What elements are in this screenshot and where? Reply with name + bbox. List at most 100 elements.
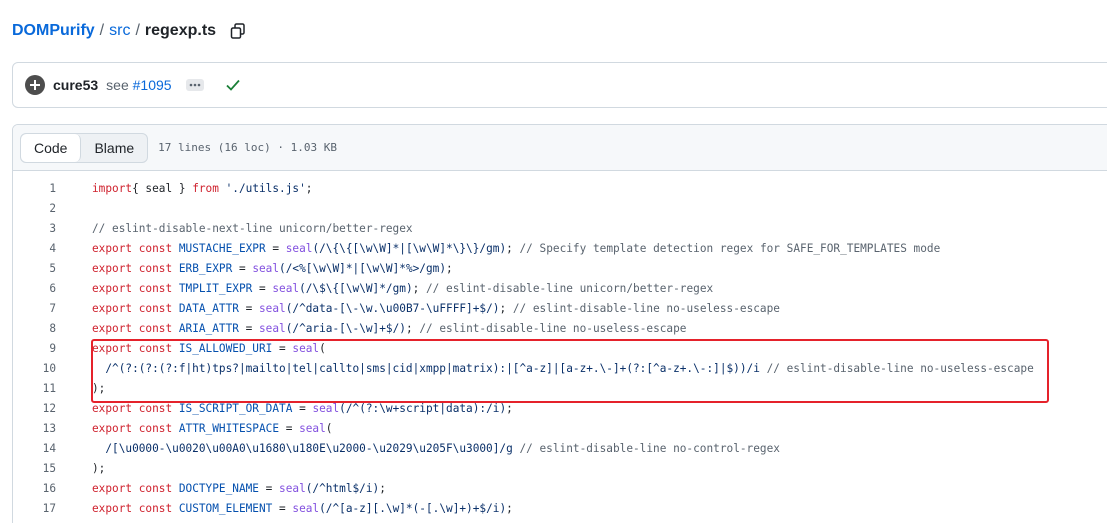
code-token: ); — [92, 461, 106, 475]
tab-blame[interactable]: Blame — [81, 134, 147, 162]
line-number[interactable]: 9 — [0, 342, 56, 355]
line-number[interactable]: 4 — [0, 242, 56, 255]
code-line: 1 import{ seal } from './utils.js'; — [0, 178, 1107, 198]
code-token: (/\{\{[\w\W]*|[\w\W]*\}\}/gm) — [312, 241, 507, 255]
code-line: 3 // eslint-disable-next-line unicorn/bet… — [0, 218, 1107, 238]
code-token: ; — [446, 261, 453, 275]
code-token: ( — [319, 341, 326, 355]
code-token: IS_ALLOWED_URI — [172, 341, 273, 355]
code-token: export const — [92, 421, 173, 435]
code-token: export const — [92, 261, 173, 275]
line-number[interactable]: 7 — [0, 302, 56, 315]
code-token: ; — [379, 481, 386, 495]
line-content: export const ATTR_WHITESPACE = seal( — [92, 422, 332, 435]
code-line: 16 export const DOCTYPE_NAME = seal(/^htm… — [0, 478, 1107, 498]
line-number[interactable]: 14 — [0, 442, 56, 455]
code-line: 10 /^(?:(?:(?:f|ht)tps?|mailto|tel|callt… — [0, 358, 1107, 378]
code-token: = — [232, 261, 253, 275]
line-number[interactable]: 3 — [0, 222, 56, 235]
breadcrumb-file: regexp.ts — [144, 22, 217, 39]
code-token: // eslint-disable-line no-useless-escape — [759, 361, 1034, 375]
code-token: seal — [259, 321, 286, 335]
breadcrumb-repo-link[interactable]: DOMPurify — [12, 22, 95, 40]
latest-commit-bar: cure53 see #1095 — [12, 62, 1107, 108]
code-line: 9 export const IS_ALLOWED_URI = seal( — [0, 338, 1107, 358]
line-number[interactable]: 11 — [0, 382, 56, 395]
line-number[interactable]: 15 — [0, 462, 56, 475]
code-token: export const — [92, 501, 173, 515]
line-number[interactable]: 2 — [0, 202, 56, 215]
line-number[interactable]: 6 — [0, 282, 56, 295]
code-token: /^(?:(?:(?:f|ht)tps?|mailto|tel|callto|s… — [92, 361, 760, 375]
line-content: export const ERB_EXPR = seal(/<%[\w\W]*|… — [92, 262, 453, 275]
code-token: IS_SCRIPT_OR_DATA — [172, 401, 293, 415]
code-token: = — [265, 241, 286, 255]
ellipsis-icon — [189, 83, 200, 87]
code-token: ); — [92, 381, 106, 395]
code-token: seal — [299, 421, 326, 435]
line-number[interactable]: 8 — [0, 322, 56, 335]
line-number[interactable]: 13 — [0, 422, 56, 435]
line-content: ); — [92, 462, 105, 475]
code-token: = — [258, 481, 280, 495]
line-content: export const ARIA_ATTR = seal(/^aria-[\-… — [92, 322, 686, 335]
code-token: seal — [279, 481, 306, 495]
commit-issue-link[interactable]: #1095 — [133, 77, 172, 93]
code-line: 17 export const CUSTOM_ELEMENT = seal(/^[… — [0, 498, 1107, 518]
code-token: = — [272, 341, 293, 355]
copy-path-button[interactable] — [228, 21, 248, 41]
copy-icon — [230, 23, 245, 39]
code-line: 4 export const MUSTACHE_EXPR = seal(/\{\{… — [0, 238, 1107, 258]
code-line: 13 export const ATTR_WHITESPACE = seal( — [0, 418, 1107, 438]
code-token: (/^html$/i) — [305, 481, 380, 495]
code-line: 12 export const IS_SCRIPT_OR_DATA = seal(… — [0, 398, 1107, 418]
line-content: export const DOCTYPE_NAME = seal(/^html$… — [92, 482, 386, 495]
line-number[interactable]: 1 — [0, 182, 56, 195]
code-token: // eslint-disable-line no-useless-escape — [512, 301, 780, 315]
code-token: (/^aria-[\-\w]+$/) — [285, 321, 406, 335]
code-token: export const — [92, 401, 173, 415]
code-token: export const — [92, 341, 173, 355]
commit-author[interactable]: cure53 — [53, 77, 98, 93]
code-token: seal — [252, 261, 280, 275]
check-icon — [225, 79, 240, 91]
code-line: 7 export const DATA_ATTR = seal(/^data-[\… — [0, 298, 1107, 318]
code-token: // eslint-disable-line no-useless-escape — [419, 321, 687, 335]
code-token: (/^data-[\-\w.\u00B7-\uFFFF]+$/) — [285, 301, 500, 315]
code-token: DATA_ATTR — [172, 301, 239, 315]
tab-code[interactable]: Code — [21, 133, 82, 162]
code-token: MUSTACHE_EXPR — [172, 241, 266, 255]
code-token: ; — [499, 301, 513, 315]
line-content: /[\u0000-\u0020\u00A0\u1680\u180E\u2000-… — [92, 442, 780, 455]
code-token: import — [92, 181, 133, 195]
code-line: 5 export const ERB_EXPR = seal(/<%[\w\W]*… — [0, 258, 1107, 278]
line-content: ); — [92, 382, 105, 395]
view-toggle: Code Blame — [20, 132, 149, 163]
code-token: { seal } — [132, 181, 193, 195]
code-token: ; — [506, 241, 520, 255]
code-token: ; — [405, 321, 420, 335]
code-view: 1 import{ seal } from './utils.js'; 2 3 // e… — [0, 178, 1107, 518]
code-token: ; — [506, 401, 513, 415]
line-content: export const IS_SCRIPT_OR_DATA = seal(/^… — [92, 402, 513, 415]
code-token: ; — [305, 181, 313, 195]
code-token: DOCTYPE_NAME — [172, 481, 259, 495]
line-number[interactable]: 10 — [0, 362, 56, 375]
line-number[interactable]: 5 — [0, 262, 56, 275]
code-line: 6 export const TMPLIT_EXPR = seal(/\$\{[\… — [0, 278, 1107, 298]
avatar[interactable] — [25, 75, 45, 95]
breadcrumb-dir-link[interactable]: src — [109, 22, 130, 40]
check-status-icon[interactable] — [225, 79, 240, 91]
breadcrumb: DOMPurify / src / regexp.ts — [12, 20, 248, 42]
expand-commit-button[interactable] — [185, 79, 204, 91]
code-token: './utils.js' — [218, 181, 306, 195]
line-number[interactable]: 17 — [0, 502, 56, 515]
line-number[interactable]: 12 — [0, 402, 56, 415]
line-number[interactable]: 16 — [0, 482, 56, 495]
code-token: ( — [325, 421, 333, 435]
line-content: export const CUSTOM_ELEMENT = seal(/^[a-… — [92, 502, 513, 515]
code-token: export const — [92, 321, 173, 335]
code-line: 2 — [0, 198, 1107, 218]
code-token: export const — [92, 241, 173, 255]
file-meta: 17 lines (16 loc) · 1.03 KB — [158, 141, 337, 154]
